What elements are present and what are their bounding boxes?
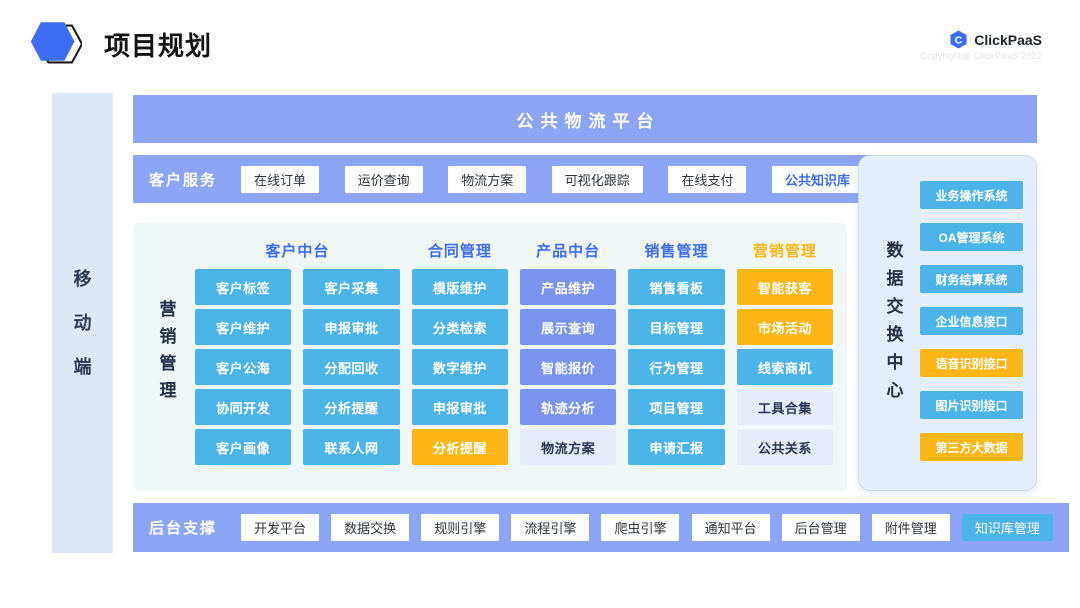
- backend-support-button[interactable]: 数据交换: [331, 514, 409, 541]
- backend-support-button[interactable]: 知识库管理: [962, 514, 1053, 541]
- module-chip[interactable]: 分析提醒: [303, 389, 399, 425]
- customer-service-row: 客户服务 在线订单运价查询物流方案可视化跟踪在线支付公共知识库: [133, 155, 879, 203]
- hexagon-logo-icon: [30, 20, 82, 68]
- module-chip[interactable]: 市场活动: [737, 309, 833, 345]
- vertical-label-char: 销: [160, 328, 177, 345]
- module-chip[interactable]: 轨迹分析: [520, 389, 616, 425]
- customer-service-label: 客户服务: [149, 169, 217, 190]
- module-chip[interactable]: 模版维护: [412, 269, 508, 305]
- vertical-label-char: 理: [160, 382, 177, 399]
- customer-service-button[interactable]: 物流方案: [448, 166, 526, 193]
- page-header: 项目规划: [30, 20, 212, 68]
- backend-support-button[interactable]: 流程引擎: [511, 514, 589, 541]
- vertical-label-char: 交: [887, 298, 904, 315]
- backend-support-button[interactable]: 附件管理: [872, 514, 950, 541]
- brand-name: ClickPaaS: [974, 32, 1042, 48]
- vertical-label-char: 数: [887, 242, 904, 259]
- customer-service-button[interactable]: 公共知识库: [772, 166, 863, 193]
- module-chip[interactable]: 联系人网: [303, 429, 399, 465]
- column-header: 产品中台: [520, 235, 616, 265]
- svg-text:C: C: [955, 35, 963, 46]
- module-chip[interactable]: 客户公海: [195, 349, 291, 385]
- backend-support-row: 后台支撑 开发平台数据交换规则引擎流程引擎爬虫引擎通知平台后台管理附件管理知识库…: [133, 503, 1069, 552]
- data-exchange-item[interactable]: 语音识别接口: [920, 349, 1023, 377]
- module-chip[interactable]: 客户画像: [195, 429, 291, 465]
- data-exchange-item[interactable]: OA管理系统: [920, 223, 1023, 251]
- data-exchange-item[interactable]: 财务结算系统: [920, 265, 1023, 293]
- customer-service-button[interactable]: 运价查询: [345, 166, 423, 193]
- module-chip[interactable]: 申报审批: [412, 389, 508, 425]
- module-chip[interactable]: 智能获客: [737, 269, 833, 305]
- customer-service-button[interactable]: 可视化跟踪: [552, 166, 643, 193]
- backend-support-button[interactable]: 爬虫引擎: [601, 514, 679, 541]
- vertical-label-char: 管: [160, 355, 177, 372]
- page-title: 项目规划: [104, 26, 212, 63]
- vertical-label-char: 移: [74, 270, 92, 288]
- customer-service-button[interactable]: 在线支付: [668, 166, 746, 193]
- vertical-label-char: 中: [887, 354, 904, 371]
- column-header: 销售管理: [628, 235, 724, 265]
- module-chip[interactable]: 智能报价: [520, 349, 616, 385]
- clickpaas-logo-icon: C: [949, 30, 968, 49]
- customer-service-button[interactable]: 在线订单: [241, 166, 319, 193]
- vertical-label-char: 据: [887, 270, 904, 287]
- module-chip[interactable]: 客户标签: [195, 269, 291, 305]
- customer-service-buttons: 在线订单运价查询物流方案可视化跟踪在线支付公共知识库: [241, 166, 863, 193]
- vertical-label-char: 端: [74, 358, 92, 376]
- data-exchange-item[interactable]: 业务操作系统: [920, 181, 1023, 209]
- backend-support-label: 后台支撑: [149, 517, 217, 538]
- brand-copyright: Copyright@ ClickPaaS 2022: [920, 51, 1042, 61]
- backend-support-buttons: 开发平台数据交换规则引擎流程引擎爬虫引擎通知平台后台管理附件管理知识库管理: [241, 514, 1053, 541]
- module-chip[interactable]: 申报审批: [303, 309, 399, 345]
- vertical-label-char: 心: [887, 382, 904, 399]
- module-chip[interactable]: 分析提醒: [412, 429, 508, 465]
- data-exchange-item[interactable]: 图片识别接口: [920, 391, 1023, 419]
- module-chip[interactable]: 线索商机: [737, 349, 833, 385]
- module-chip[interactable]: 目标管理: [628, 309, 724, 345]
- module-grid: 客户中台合同管理产品中台销售管理营销管理客户标签客户采集模版维护产品维护销售看板…: [195, 235, 833, 465]
- backend-support-button[interactable]: 开发平台: [241, 514, 319, 541]
- module-chip[interactable]: 项目管理: [628, 389, 724, 425]
- vertical-label-char: 换: [887, 326, 904, 343]
- module-chip[interactable]: 行为管理: [628, 349, 724, 385]
- module-chip[interactable]: 分类检索: [412, 309, 508, 345]
- module-chip[interactable]: 物流方案: [520, 429, 616, 465]
- data-exchange-side-label: 数据交换中心: [879, 242, 911, 399]
- brand-block: C ClickPaaS Copyright@ ClickPaaS 2022: [920, 30, 1042, 61]
- data-exchange-item[interactable]: 企业信息接口: [920, 307, 1023, 335]
- backend-support-button[interactable]: 后台管理: [782, 514, 860, 541]
- column-header: 客户中台: [195, 235, 400, 265]
- backend-support-button[interactable]: 规则引擎: [421, 514, 499, 541]
- module-chip[interactable]: 产品维护: [520, 269, 616, 305]
- column-header: 合同管理: [412, 235, 508, 265]
- module-chip[interactable]: 展示查询: [520, 309, 616, 345]
- data-exchange-items: 业务操作系统 OA管理系统财务结算系统企业信息接口语音识别接口图片识别接口第三方大…: [920, 181, 1023, 461]
- marketing-side-label: 营销管理: [153, 301, 183, 399]
- module-chip[interactable]: 客户维护: [195, 309, 291, 345]
- module-chip[interactable]: 销售看板: [628, 269, 724, 305]
- module-chip[interactable]: 数字维护: [412, 349, 508, 385]
- vertical-label-char: 动: [74, 314, 92, 332]
- platform-banner: 公共物流平台: [133, 95, 1037, 143]
- backend-support-button[interactable]: 通知平台: [692, 514, 770, 541]
- data-exchange-panel: 数据交换中心 业务操作系统 OA管理系统财务结算系统企业信息接口语音识别接口图片识…: [858, 155, 1037, 491]
- column-header: 营销管理: [737, 235, 833, 265]
- module-chip[interactable]: 申请汇报: [628, 429, 724, 465]
- module-chip[interactable]: 公共关系: [737, 429, 833, 465]
- mobile-side-bar: 移动端: [52, 93, 113, 553]
- module-chip[interactable]: 工具合集: [737, 389, 833, 425]
- module-chip[interactable]: 分配回收: [303, 349, 399, 385]
- data-exchange-item[interactable]: 第三方大数据: [920, 433, 1023, 461]
- module-chip[interactable]: 客户采集: [303, 269, 399, 305]
- vertical-label-char: 营: [160, 301, 177, 318]
- platform-banner-label: 公共物流平台: [510, 107, 661, 132]
- module-chip[interactable]: 协同开发: [195, 389, 291, 425]
- marketing-module-panel: 营销管理 客户中台合同管理产品中台销售管理营销管理客户标签客户采集模版维护产品维…: [133, 223, 847, 491]
